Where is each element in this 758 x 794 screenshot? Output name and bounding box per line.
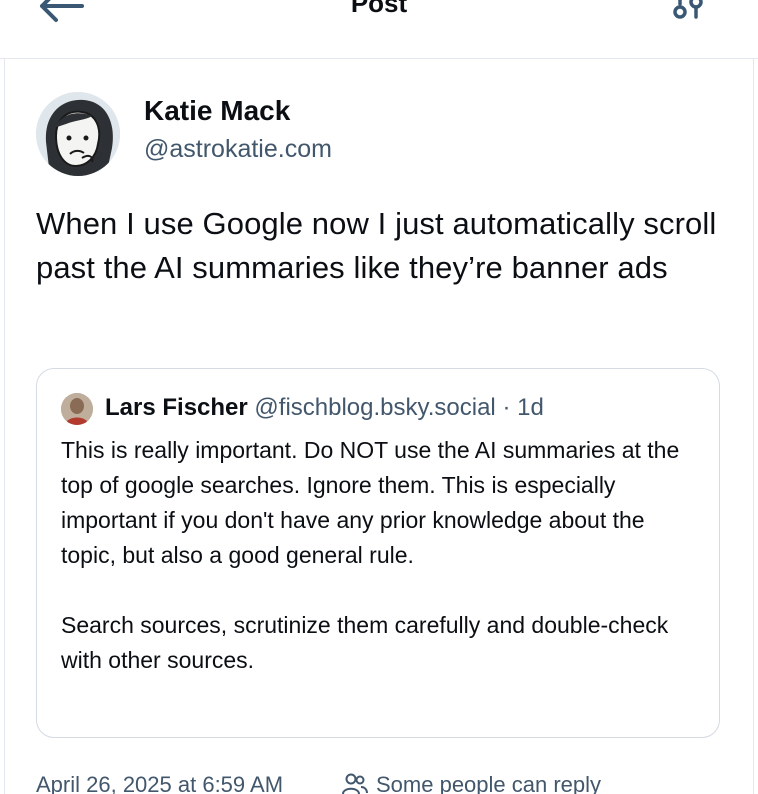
- avatar-photo-icon: [61, 393, 93, 425]
- post-screen: Post Katie Mack @astrokatie.com When I u…: [0, 0, 758, 794]
- quoted-paragraph: This is really important. Do NOT use the…: [61, 437, 680, 568]
- quoted-post-header: Lars Fischer @fischblog.bsky.social · 1d: [105, 391, 544, 425]
- author-name[interactable]: Katie Mack: [144, 94, 290, 128]
- page-title: Post: [350, 0, 408, 18]
- quoted-author-avatar[interactable]: [61, 393, 93, 425]
- people-icon: [342, 772, 368, 794]
- quoted-paragraph: Search sources, scrutinize them carefull…: [61, 612, 669, 673]
- column-divider-right: [753, 0, 754, 794]
- quoted-post-time: · 1d: [502, 394, 544, 421]
- column-divider-left: [4, 0, 5, 794]
- top-bar: Post: [0, 0, 758, 59]
- quoted-author-name[interactable]: Lars Fischer: [105, 394, 248, 421]
- post-timestamp: April 26, 2025 at 6:59 AM: [36, 772, 284, 794]
- reply-setting[interactable]: Some people can reply: [342, 770, 601, 794]
- quoted-post[interactable]: Lars Fischer @fischblog.bsky.social · 1d…: [36, 368, 720, 738]
- post-body: When I use Google now I just automatical…: [36, 206, 717, 285]
- quoted-post-body: This is really important. Do NOT use the…: [61, 433, 701, 678]
- sliders-icon: [673, 0, 703, 19]
- quoted-author-handle[interactable]: @fischblog.bsky.social: [254, 394, 495, 421]
- avatar-cartoon-face: [36, 92, 120, 176]
- reply-setting-label: Some people can reply: [376, 772, 602, 794]
- author-handle[interactable]: @astrokatie.com: [144, 134, 332, 164]
- author-avatar[interactable]: [36, 92, 120, 176]
- thread-settings-button[interactable]: [668, 0, 708, 30]
